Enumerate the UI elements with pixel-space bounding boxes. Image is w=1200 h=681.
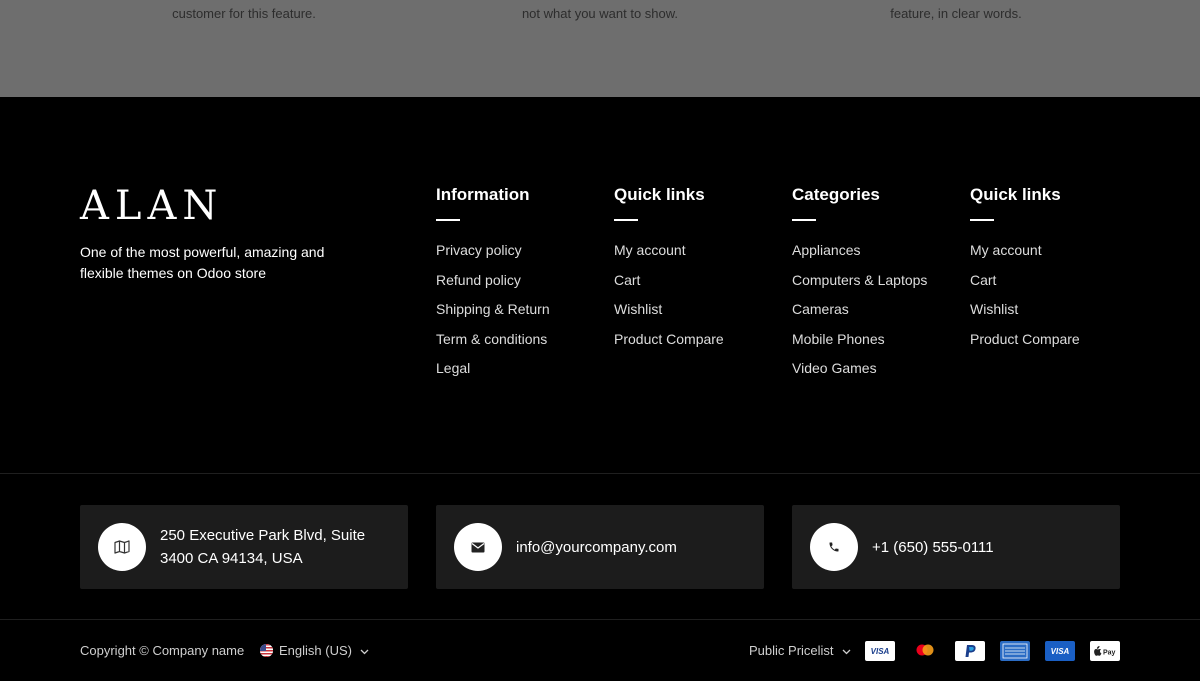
- column-title: Information: [436, 185, 530, 204]
- title-underline: [792, 219, 816, 221]
- feature-text: not what you want to show.: [521, 6, 679, 21]
- footer-link-my-account[interactable]: My account: [614, 241, 784, 271]
- divider: [0, 619, 1200, 620]
- chevron-down-icon: [842, 643, 851, 658]
- brand-tagline: One of the most powerful, amazing and fl…: [80, 244, 325, 281]
- site-footer: ALAN One of the most powerful, amazing a…: [0, 97, 1200, 681]
- footer-link-wishlist[interactable]: Wishlist: [614, 300, 784, 330]
- phone-icon: [810, 523, 858, 571]
- email-link[interactable]: info@yourcompany.com: [516, 536, 677, 559]
- footer-link-cart[interactable]: Cart: [970, 271, 1140, 301]
- footer-column-quick-links: Quick links My account Cart Wishlist Pro…: [614, 185, 784, 359]
- paypal-icon: [955, 641, 985, 661]
- footer-link-my-account[interactable]: My account: [970, 241, 1140, 271]
- feature-text: customer for this feature.: [172, 6, 316, 21]
- feature-text: feature, in clear words.: [890, 6, 1022, 21]
- footer-link-appliances[interactable]: Appliances: [792, 241, 962, 271]
- email-card: info@yourcompany.com: [436, 505, 764, 589]
- divider: [0, 473, 1200, 474]
- footer-column-categories: Categories Appliances Computers & Laptop…: [792, 185, 962, 389]
- footer-link-product-compare[interactable]: Product Compare: [614, 330, 784, 360]
- column-title: Categories: [792, 185, 880, 204]
- footer-link-wishlist[interactable]: Wishlist: [970, 300, 1140, 330]
- footer-bottom-bar: Copyright © Company name English (US) Pu…: [0, 641, 1200, 671]
- footer-link-cart[interactable]: Cart: [614, 271, 784, 301]
- footer-column-quick-links-2: Quick links My account Cart Wishlist Pro…: [970, 185, 1140, 359]
- column-title: Quick links: [614, 185, 705, 204]
- pricelist-label: Public Pricelist: [749, 643, 834, 658]
- pricelist-selector[interactable]: Public Pricelist: [749, 643, 851, 658]
- column-title: Quick links: [970, 185, 1061, 204]
- address-text: 250 Executive Park Blvd, Suite 3400 CA 9…: [160, 527, 366, 567]
- mastercard-icon: [910, 641, 940, 661]
- footer-link-product-compare[interactable]: Product Compare: [970, 330, 1140, 360]
- footer-link-computers-laptops[interactable]: Computers & Laptops: [792, 271, 962, 301]
- footer-link-terms[interactable]: Term & conditions: [436, 330, 606, 360]
- svg-text:Pay: Pay: [1103, 650, 1116, 657]
- footer-link-privacy-policy[interactable]: Privacy policy: [436, 241, 606, 271]
- title-underline: [436, 219, 460, 221]
- title-underline: [970, 219, 994, 221]
- visa-icon: VISA: [865, 641, 895, 661]
- footer-link-cameras[interactable]: Cameras: [792, 300, 962, 330]
- title-underline: [614, 219, 638, 221]
- chevron-down-icon: [360, 643, 369, 658]
- us-flag-icon: [260, 644, 273, 657]
- footer-link-refund-policy[interactable]: Refund policy: [436, 271, 606, 301]
- address-card: 250 Executive Park Blvd, Suite 3400 CA 9…: [80, 505, 408, 589]
- footer-link-legal[interactable]: Legal: [436, 359, 606, 389]
- language-selector[interactable]: English (US): [260, 643, 369, 658]
- footer-link-video-games[interactable]: Video Games: [792, 359, 962, 389]
- features-section: customer for this feature. not what you …: [0, 0, 1200, 97]
- copyright-text: Copyright © Company name: [80, 643, 245, 658]
- footer-column-information: Information Privacy policy Refund policy…: [436, 185, 606, 389]
- apple-pay-icon: Pay: [1090, 641, 1120, 661]
- visa-icon: VISA: [1045, 641, 1075, 661]
- envelope-icon: [454, 523, 502, 571]
- footer-link-mobile-phones[interactable]: Mobile Phones: [792, 330, 962, 360]
- language-label: English (US): [279, 643, 352, 658]
- phone-link[interactable]: +1 (650) 555-0111: [872, 536, 994, 559]
- map-icon: [98, 523, 146, 571]
- footer-link-shipping-return[interactable]: Shipping & Return: [436, 300, 606, 330]
- brand-logo[interactable]: ALAN: [80, 183, 223, 229]
- amex-icon: [1000, 641, 1030, 661]
- phone-card: +1 (650) 555-0111: [792, 505, 1120, 589]
